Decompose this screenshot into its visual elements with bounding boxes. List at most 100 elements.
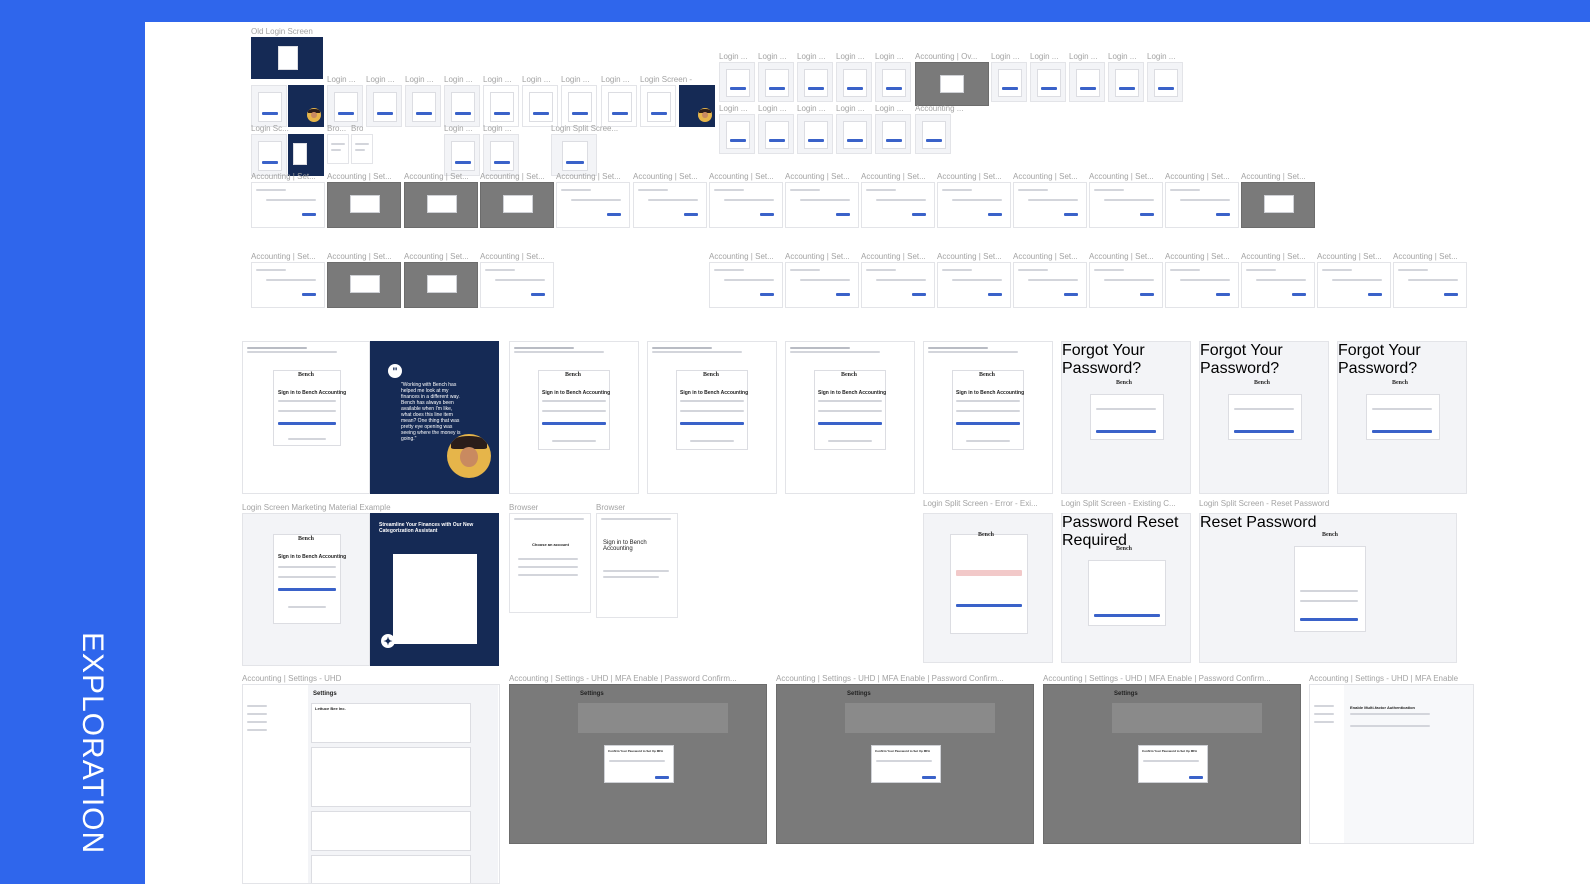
text-line (790, 351, 880, 353)
frame-login-3[interactable]: Login ... (366, 75, 402, 127)
frame-accounting-settings[interactable]: Accounting | Set... (327, 252, 401, 308)
frame-settings-mfa-confirm[interactable]: Accounting | Settings - UHD | MFA Enable… (1043, 674, 1301, 844)
frame-forgot-1[interactable]: Bench Forgot Your Password? (1061, 341, 1191, 494)
frame-login-r11[interactable]: Login ... (719, 104, 755, 154)
input-field (680, 400, 744, 402)
frame-login-split-3[interactable] (288, 134, 324, 176)
frame-accounting-settings[interactable]: Accounting | Set... (633, 172, 707, 228)
frame-accounting-settings[interactable]: Accounting | Set... (1089, 252, 1163, 308)
bench-logo: Bench (1254, 380, 1271, 386)
frame-login-r13[interactable]: Login ... (797, 104, 833, 154)
frame-login-6[interactable]: Login ... (483, 75, 519, 127)
frame-accounting-settings[interactable]: Accounting | Set... (785, 252, 859, 308)
frame-accounting-settings[interactable]: Accounting | Set... (937, 172, 1011, 228)
frame-thumb (327, 134, 349, 164)
frame-forgot-2[interactable]: Bench Forgot Your Password? (1199, 341, 1329, 494)
frame-accounting-settings[interactable]: Accounting | Set... (1089, 172, 1163, 228)
frame-settings-mfa-confirm[interactable]: Accounting | Settings - UHD | MFA Enable… (776, 674, 1034, 844)
frame-login-8[interactable]: Login ... (561, 75, 597, 127)
frame-login-5[interactable]: Login ... (444, 75, 480, 127)
frame-login-9[interactable]: Login ... (601, 75, 637, 127)
frame-caption: Browser (596, 503, 626, 512)
frame-login-quote[interactable]: " "Working with Bench has helped me look… (370, 341, 499, 494)
frame-accounting-settings[interactable]: Accounting | Set... (327, 172, 401, 228)
frame-login-split-scree[interactable]: Login Split Scree... (551, 124, 618, 176)
frame-login-r5[interactable]: Login ... (875, 52, 911, 102)
frame-login[interactable] (251, 85, 287, 127)
frame-login-10[interactable]: Login ... (444, 124, 480, 176)
frame-accounting-r[interactable]: Accounting ... (915, 104, 963, 154)
frame-login-large-4[interactable]: Bench Sign in to Bench Accounting (785, 341, 915, 494)
frame-accounting-settings[interactable]: Accounting | Set... (480, 252, 554, 308)
frame-accounting-settings[interactable]: Accounting | Set... (251, 252, 325, 308)
frame-login-large-3[interactable]: Bench Sign in to Bench Accounting (647, 341, 777, 494)
frame-accounting-settings[interactable]: Accounting | Set... (1013, 252, 1087, 308)
frame-thumb (640, 85, 676, 127)
frame-caption: Login Split Screen - Reset Password (1199, 499, 1330, 508)
frame-accounting-settings[interactable]: Accounting | Set... (1013, 172, 1087, 228)
frame-marketing-panel[interactable]: Streamline Your Finances with Our New Ca… (370, 513, 499, 666)
frame-accounting-settings[interactable]: Accounting | Set... (251, 172, 325, 228)
design-canvas[interactable]: Old Login Screen Login ... Login ... Log… (145, 22, 1590, 884)
frame-login-large-1[interactable]: Bench Sign in to Bench Accounting (242, 341, 370, 494)
frame-accounting-settings[interactable]: Accounting | Set... (709, 252, 783, 308)
frame-login-r1[interactable]: Login ... (719, 52, 755, 102)
frame-browser-choose[interactable]: Browser Choose an account (509, 503, 591, 613)
frame-forgot-3[interactable]: Bench Forgot Your Password? (1337, 341, 1467, 494)
frame-login-sc[interactable]: Login Sc... (251, 124, 289, 176)
frame-thumb (1241, 262, 1315, 308)
frame-login-r9[interactable]: Login ... (1108, 52, 1144, 102)
frame-login-r8[interactable]: Login ... (1069, 52, 1105, 102)
frame-accounting-settings[interactable]: Accounting | Set... (1241, 252, 1315, 308)
frame-login-large-5[interactable]: Bench Sign in to Bench Accounting (923, 341, 1053, 494)
frame-accounting-settings[interactable]: Accounting | Set... (709, 172, 783, 228)
frame-browser-b[interactable]: Bro (351, 124, 373, 164)
frame-caption: Accounting | Set... (1013, 172, 1078, 181)
frame-accounting-settings[interactable]: Accounting | Set... (861, 252, 935, 308)
frame-accounting-settings[interactable]: Accounting | Set... (1241, 172, 1315, 228)
frame-settings-uhd[interactable]: Accounting | Settings - UHD Settings Let… (242, 674, 500, 884)
frame-login-r2[interactable]: Login ... (758, 52, 794, 102)
frame-accounting-settings[interactable]: Accounting | Set... (404, 252, 478, 308)
frame-thumb (991, 62, 1027, 102)
frame-login-r6[interactable]: Login ... (991, 52, 1027, 102)
frame-split-error[interactable]: Login Split Screen - Error - Exi... Bench (923, 499, 1053, 663)
frame-login-split-2[interactable] (679, 85, 715, 127)
frame-login-r10[interactable]: Login ... (1147, 52, 1183, 102)
frame-accounting-settings[interactable]: Accounting | Set... (1393, 252, 1467, 308)
frame-login-marketing[interactable]: Login Screen Marketing Material Example … (242, 503, 391, 666)
frame-old-login[interactable]: Old Login Screen (251, 27, 323, 79)
frame-login-2[interactable]: Login ... (327, 75, 363, 127)
frame-login-11[interactable]: Login ... (483, 124, 519, 176)
frame-accounting-settings[interactable]: Accounting | Set... (480, 172, 554, 228)
frame-accounting-overview[interactable]: Accounting | Ov... (915, 52, 989, 106)
frame-login-r4[interactable]: Login ... (836, 52, 872, 102)
frame-login-screen[interactable]: Login Screen - (640, 75, 692, 127)
frame-login-7[interactable]: Login ... (522, 75, 558, 127)
frame-accounting-settings[interactable]: Accounting | Set... (1317, 252, 1391, 308)
primary-button (531, 293, 545, 296)
frame-browser-a[interactable]: Bro... (327, 124, 349, 164)
frame-login-split[interactable] (288, 85, 324, 127)
frame-settings-mfa-enable[interactable]: Accounting | Settings - UHD | MFA Enable… (1309, 674, 1474, 844)
frame-accounting-settings[interactable]: Accounting | Set... (861, 172, 935, 228)
frame-accounting-settings[interactable]: Accounting | Set... (1165, 172, 1239, 228)
frame-accounting-settings[interactable]: Accounting | Set... (1165, 252, 1239, 308)
frame-thumb (1089, 182, 1163, 228)
frame-browser-signin[interactable]: Browser Sign in to Bench Accounting (596, 503, 678, 618)
frame-split-reset[interactable]: Login Split Screen - Reset Password Bench… (1199, 499, 1457, 663)
frame-accounting-settings[interactable]: Accounting | Set... (937, 252, 1011, 308)
frame-login-r14[interactable]: Login ... (836, 104, 872, 154)
frame-login-r3[interactable]: Login ... (797, 52, 833, 102)
frame-login-r12[interactable]: Login ... (758, 104, 794, 154)
frame-split-existing[interactable]: Login Split Screen - Existing C... Bench P… (1061, 499, 1191, 663)
frame-login-4[interactable]: Login ... (405, 75, 441, 127)
frame-login-large-2[interactable]: Bench Sign in to Bench Accounting (509, 341, 639, 494)
frame-accounting-settings[interactable]: Accounting | Set... (785, 172, 859, 228)
frame-accounting-settings[interactable]: Accounting | Set... (404, 172, 478, 228)
frame-accounting-settings[interactable]: Accounting | Set... (556, 172, 630, 228)
frame-settings-mfa-confirm[interactable]: Accounting | Settings - UHD | MFA Enable… (509, 674, 767, 844)
frame-login-r7[interactable]: Login ... (1030, 52, 1066, 102)
frame-login-r15[interactable]: Login ... (875, 104, 911, 154)
frame-thumb (480, 262, 554, 308)
